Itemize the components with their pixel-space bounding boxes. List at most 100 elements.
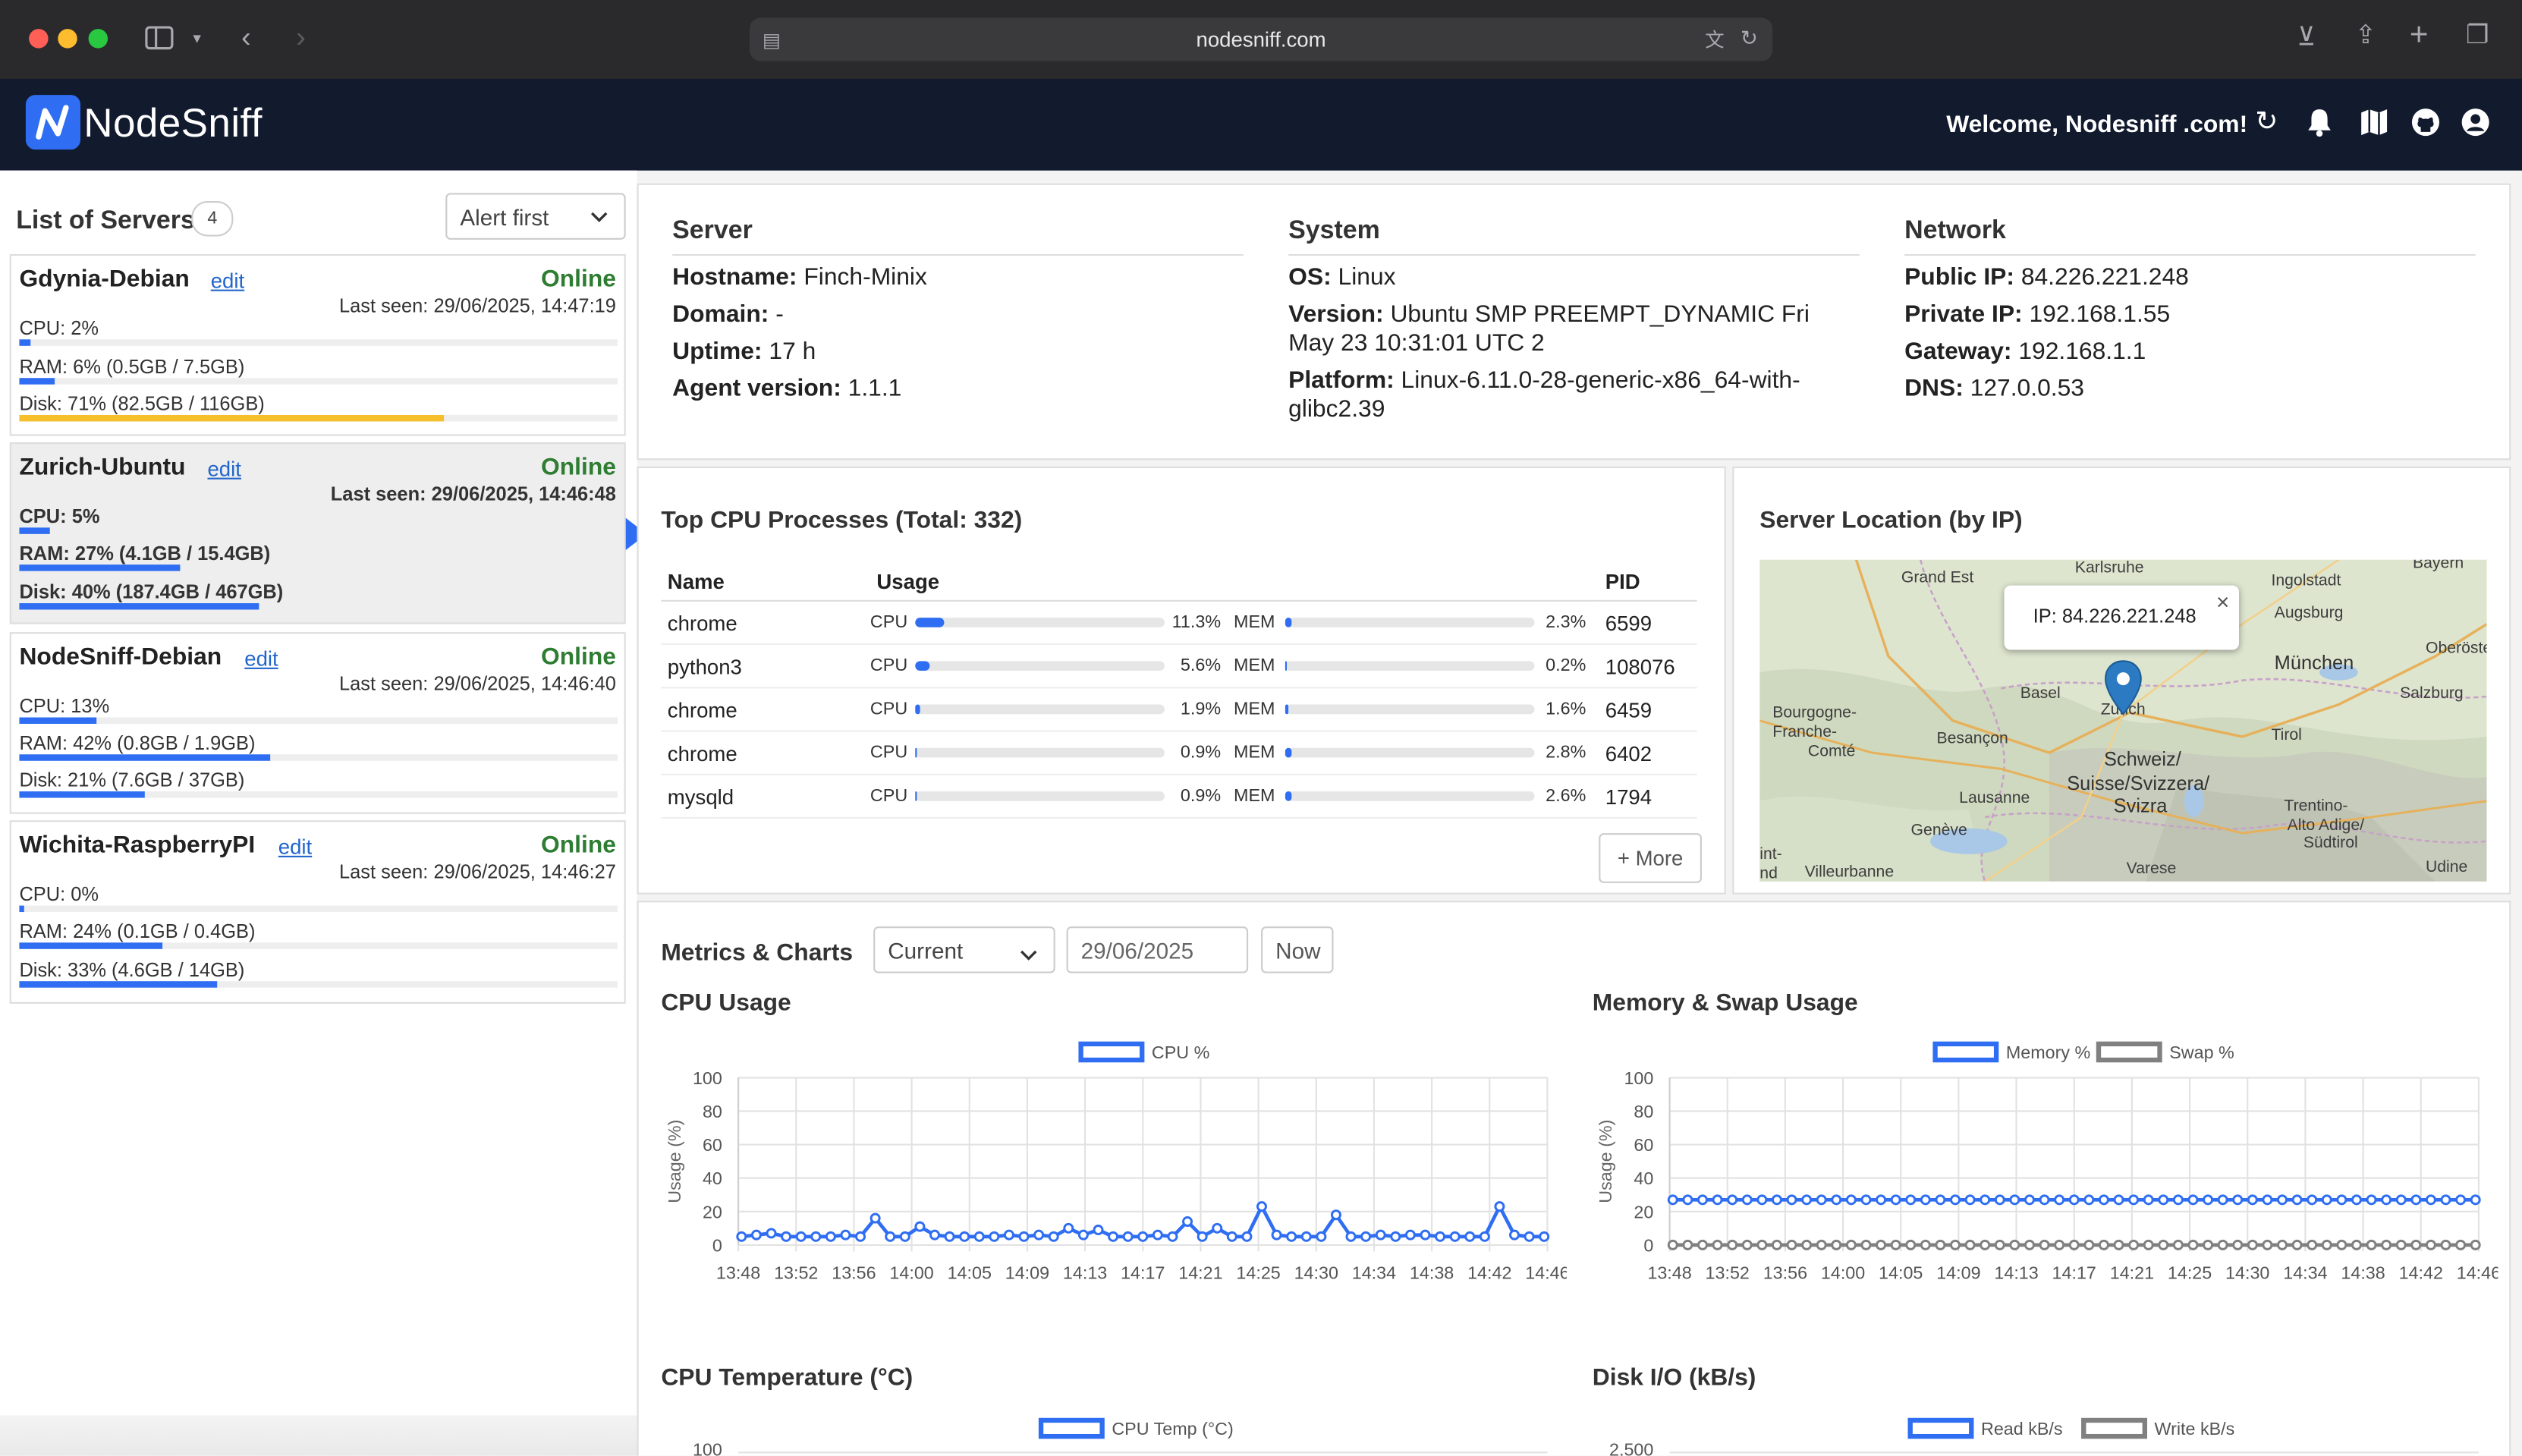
data-point[interactable] <box>2039 1239 2050 1250</box>
data-point[interactable] <box>1816 1239 1827 1250</box>
data-point[interactable] <box>2410 1194 2422 1206</box>
table-row[interactable]: chrome CPU 11.3% MEM 2.3% 6599 <box>661 600 1697 646</box>
map-icon[interactable] <box>2360 108 2388 143</box>
user-icon[interactable] <box>2461 108 2490 143</box>
data-point[interactable] <box>1712 1194 1723 1206</box>
data-point[interactable] <box>1950 1239 1961 1250</box>
data-point[interactable] <box>1464 1231 1476 1242</box>
data-point[interactable] <box>1494 1201 1505 1212</box>
data-point[interactable] <box>2381 1239 2392 1250</box>
data-point[interactable] <box>1890 1194 1901 1206</box>
data-point[interactable] <box>885 1231 896 1242</box>
close-window-button[interactable] <box>29 29 49 49</box>
data-point[interactable] <box>1771 1239 1782 1250</box>
legend-swatch[interactable] <box>1907 1417 1974 1439</box>
data-point[interactable] <box>2291 1239 2303 1250</box>
data-point[interactable] <box>2336 1194 2347 1206</box>
server-card-zurich-ubuntu[interactable]: Zurich-Ubuntu edit Online Last seen: 29/… <box>9 442 626 624</box>
data-point[interactable] <box>2440 1239 2451 1250</box>
data-point[interactable] <box>2410 1239 2422 1250</box>
data-point[interactable] <box>1271 1229 1282 1241</box>
data-point[interactable] <box>2054 1239 2065 1250</box>
data-point[interactable] <box>1831 1239 1842 1250</box>
tab-overview-icon[interactable]: ❐ <box>2466 24 2489 50</box>
data-point[interactable] <box>1375 1229 1386 1241</box>
data-point[interactable] <box>2381 1194 2392 1206</box>
forward-icon[interactable]: › <box>296 23 306 52</box>
data-point[interactable] <box>1727 1239 1738 1250</box>
data-point[interactable] <box>1741 1239 1753 1250</box>
data-point[interactable] <box>1741 1194 1753 1206</box>
data-point[interactable] <box>1712 1239 1723 1250</box>
server-map[interactable]: Karlsruhe Grand Est Ingolstadt Bayern Au… <box>1759 559 2487 882</box>
data-point[interactable] <box>2187 1194 2199 1206</box>
data-point[interactable] <box>2455 1194 2467 1206</box>
data-point[interactable] <box>1122 1231 1134 1242</box>
data-point[interactable] <box>2128 1194 2140 1206</box>
data-point[interactable] <box>1539 1231 1550 1242</box>
data-point[interactable] <box>2307 1239 2318 1250</box>
data-point[interactable] <box>1063 1222 1074 1234</box>
data-point[interactable] <box>1241 1231 1253 1242</box>
data-point[interactable] <box>2277 1194 2288 1206</box>
data-point[interactable] <box>1801 1194 1813 1206</box>
data-point[interactable] <box>1697 1194 1708 1206</box>
data-point[interactable] <box>1197 1231 1208 1242</box>
refresh-icon[interactable]: ↻ <box>2255 107 2278 137</box>
data-point[interactable] <box>1727 1194 1738 1206</box>
data-point[interactable] <box>1330 1209 1341 1221</box>
data-point[interactable] <box>736 1231 747 1242</box>
data-point[interactable] <box>766 1228 777 1239</box>
address-bar[interactable]: ▤ nodesniff.com 文 ↻ <box>749 17 1773 61</box>
data-point[interactable] <box>2039 1194 2050 1206</box>
data-point[interactable] <box>1286 1231 1297 1242</box>
data-point[interactable] <box>2351 1194 2362 1206</box>
data-point[interactable] <box>1256 1201 1267 1212</box>
legend-swatch[interactable] <box>1038 1417 1105 1439</box>
legend-label[interactable]: Read kB/s <box>1981 1419 2063 1439</box>
data-point[interactable] <box>2395 1194 2407 1206</box>
data-point[interactable] <box>2366 1194 2377 1206</box>
data-point[interactable] <box>989 1231 1000 1242</box>
data-point[interactable] <box>1920 1194 1931 1206</box>
data-point[interactable] <box>1345 1231 1357 1242</box>
new-tab-icon[interactable]: + <box>2410 19 2429 51</box>
location-pin-icon[interactable] <box>2104 659 2143 725</box>
data-point[interactable] <box>1920 1239 1931 1250</box>
data-point[interactable] <box>1786 1239 1797 1250</box>
data-point[interactable] <box>1964 1194 1976 1206</box>
data-point[interactable] <box>2143 1239 2154 1250</box>
back-icon[interactable]: ‹ <box>241 23 251 52</box>
data-point[interactable] <box>1077 1229 1089 1241</box>
data-point[interactable] <box>1905 1194 1917 1206</box>
data-point[interactable] <box>2054 1194 2065 1206</box>
data-point[interactable] <box>2247 1239 2258 1250</box>
legend-label[interactable]: Memory % <box>2006 1042 2090 1062</box>
date-input[interactable]: 29/06/2025 <box>1066 926 1249 973</box>
data-point[interactable] <box>1137 1231 1149 1242</box>
data-point[interactable] <box>1860 1194 1872 1206</box>
legend-swatch[interactable] <box>1078 1041 1145 1063</box>
data-point[interactable] <box>1994 1194 2005 1206</box>
server-card-nodesniff-debian[interactable]: NodeSniff-Debian edit Online Last seen: … <box>9 632 626 814</box>
reload-icon[interactable]: ↻ <box>1741 26 1758 52</box>
legend-swatch[interactable] <box>2081 1417 2147 1439</box>
data-point[interactable] <box>1524 1231 1535 1242</box>
data-point[interactable] <box>1845 1239 1857 1250</box>
data-point[interactable] <box>1033 1229 1045 1241</box>
data-point[interactable] <box>2172 1239 2184 1250</box>
data-point[interactable] <box>2024 1194 2035 1206</box>
data-point[interactable] <box>1682 1194 1693 1206</box>
data-point[interactable] <box>1003 1229 1014 1241</box>
data-point[interactable] <box>1801 1239 1813 1250</box>
edit-server-link[interactable]: edit <box>278 835 312 859</box>
data-point[interactable] <box>2009 1194 2020 1206</box>
data-point[interactable] <box>1786 1194 1797 1206</box>
data-point[interactable] <box>2024 1239 2035 1250</box>
data-point[interactable] <box>2158 1239 2169 1250</box>
data-point[interactable] <box>2187 1239 2199 1250</box>
data-point[interactable] <box>1108 1231 1119 1242</box>
data-point[interactable] <box>1845 1194 1857 1206</box>
data-point[interactable] <box>899 1231 910 1242</box>
legend-swatch[interactable] <box>1932 1041 1999 1063</box>
